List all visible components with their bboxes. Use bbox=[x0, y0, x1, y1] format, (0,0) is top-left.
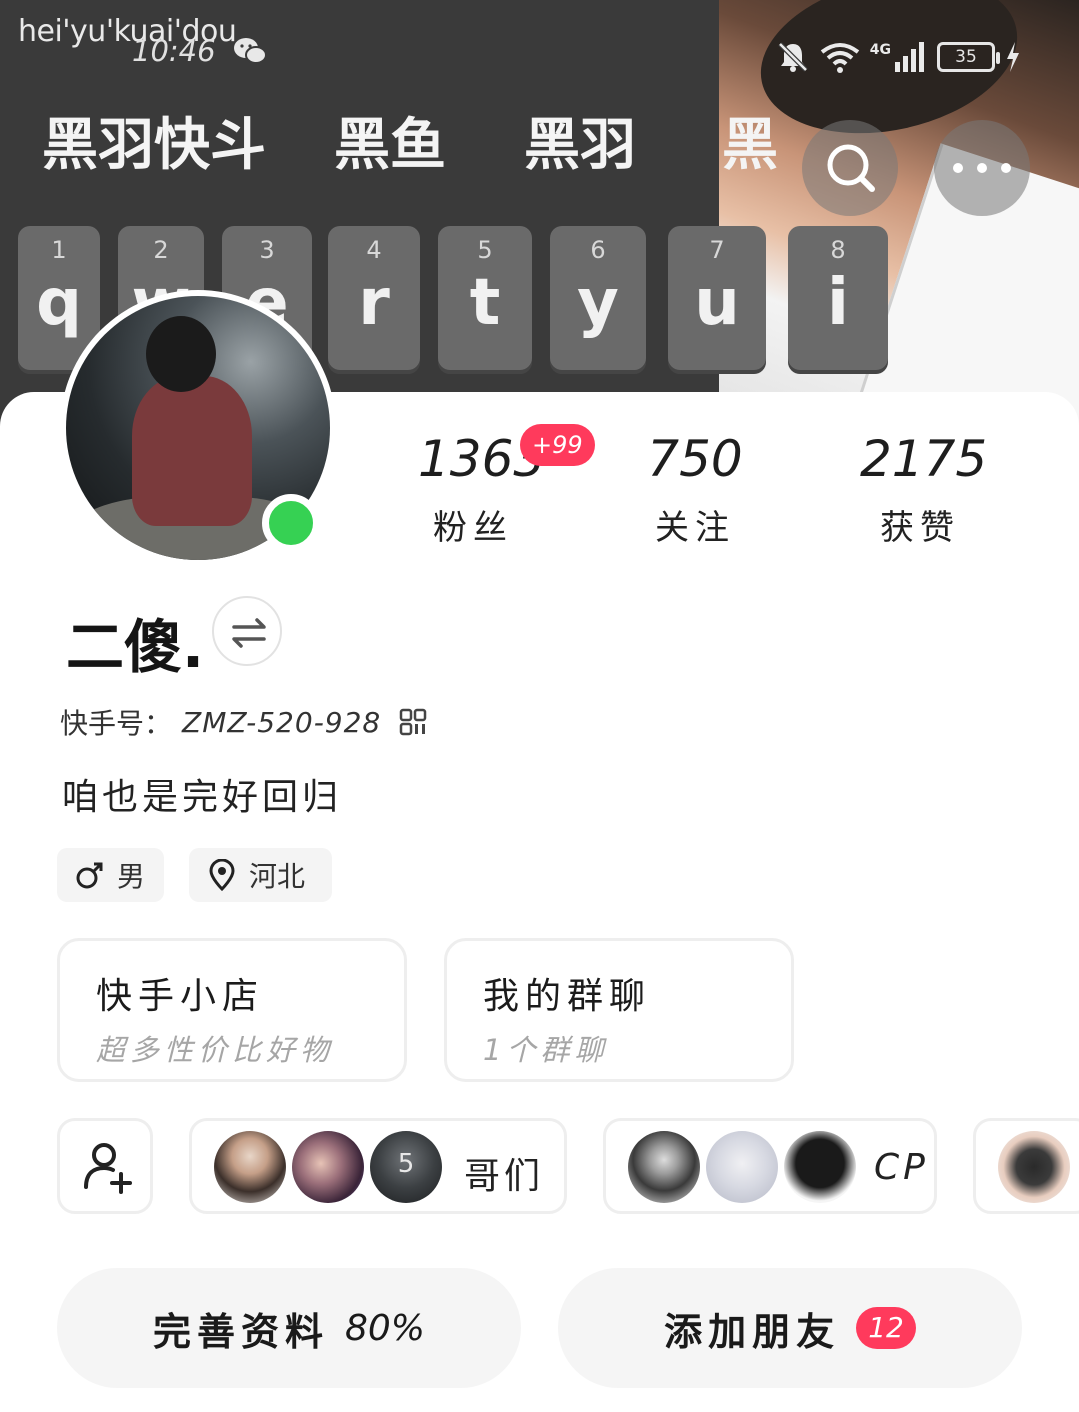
circle-label: CP bbox=[874, 1147, 929, 1188]
wechat-icon bbox=[234, 38, 267, 64]
key: 6y bbox=[550, 226, 646, 374]
user-id-label: 快手号： bbox=[60, 707, 173, 740]
member-avatar bbox=[706, 1131, 778, 1203]
complete-profile-button[interactable]: 完善资料 80% bbox=[57, 1268, 521, 1388]
mute-icon bbox=[777, 42, 808, 72]
gender-text: 男 bbox=[117, 860, 146, 893]
keyword-item[interactable]: 黑 bbox=[722, 100, 802, 181]
more-icon bbox=[953, 163, 1011, 173]
member-avatar bbox=[998, 1131, 1070, 1203]
location-tag: 河北 bbox=[189, 848, 332, 902]
member-avatar: 5 bbox=[370, 1131, 442, 1203]
key: 4r bbox=[328, 226, 420, 374]
male-icon bbox=[76, 862, 103, 889]
key: 5t bbox=[438, 226, 532, 374]
member-avatar bbox=[784, 1131, 856, 1203]
add-friend-button[interactable]: 添加朋友 12 bbox=[558, 1268, 1022, 1388]
new-fans-badge: +99 bbox=[520, 424, 595, 466]
circle-bros[interactable]: 5 哥们 bbox=[189, 1118, 567, 1214]
likes-label: 获赞 bbox=[880, 508, 960, 548]
location-text: 河北 bbox=[249, 860, 306, 893]
keyword-item[interactable]: 黑鱼 bbox=[334, 100, 524, 181]
complete-profile-label: 完善资料 bbox=[152, 1309, 329, 1354]
shop-title: 快手小店 bbox=[96, 976, 265, 1017]
gender-tag: 男 bbox=[57, 848, 164, 902]
online-status-indicator bbox=[262, 494, 320, 552]
member-count: 5 bbox=[397, 1149, 415, 1179]
user-id-value: ZMZ-520-928 bbox=[182, 705, 382, 739]
add-user-icon bbox=[84, 1143, 132, 1194]
keyword-item[interactable]: 黑羽快斗 bbox=[42, 100, 334, 181]
member-avatar bbox=[628, 1131, 700, 1203]
add-circle-button[interactable] bbox=[57, 1118, 153, 1214]
group-subtitle: 1个群聊 bbox=[483, 1033, 609, 1067]
more-button[interactable] bbox=[934, 120, 1030, 216]
fans-count: 1363 bbox=[418, 430, 546, 488]
following-count: 750 bbox=[647, 430, 743, 488]
keyword-item[interactable]: 黑羽 bbox=[524, 100, 722, 181]
user-bio: 咱也是完好回归 bbox=[62, 777, 343, 818]
stat-likes[interactable]: 2175 获赞 bbox=[860, 430, 988, 549]
friend-request-badge: 12 bbox=[856, 1307, 916, 1349]
search-button[interactable] bbox=[802, 120, 898, 216]
location-icon bbox=[209, 859, 235, 891]
status-bar-right: 4G 35 bbox=[776, 40, 1021, 74]
add-friend-label: 添加朋友 bbox=[664, 1309, 841, 1354]
stat-fans[interactable]: 1363 粉丝 bbox=[418, 430, 546, 549]
charging-icon bbox=[1007, 42, 1019, 72]
qr-code-icon[interactable] bbox=[399, 708, 427, 736]
status-time: 10:46 bbox=[132, 34, 216, 68]
user-id-row[interactable]: 快手号： ZMZ-520-928 bbox=[60, 702, 427, 742]
wifi-icon bbox=[820, 43, 859, 73]
network-type: 4G bbox=[869, 42, 891, 58]
username: 二傻. bbox=[66, 613, 205, 681]
fans-label: 粉丝 bbox=[433, 508, 513, 548]
stat-following[interactable]: 750 关注 bbox=[640, 430, 750, 549]
likes-count: 2175 bbox=[860, 430, 988, 488]
switch-account-button[interactable] bbox=[212, 596, 282, 666]
search-keywords: 黑羽快斗 黑鱼 黑羽 黑 bbox=[42, 100, 802, 181]
member-avatar bbox=[292, 1131, 364, 1203]
following-label: 关注 bbox=[655, 508, 735, 548]
profile-completion-percent: 80% bbox=[345, 1307, 426, 1349]
circle-more[interactable] bbox=[973, 1118, 1079, 1214]
member-avatar bbox=[214, 1131, 286, 1203]
switch-icon bbox=[232, 618, 266, 648]
key: 8i bbox=[788, 226, 888, 374]
group-chat-entry[interactable]: 我的群聊 1个群聊 bbox=[444, 938, 794, 1082]
signal-icon bbox=[895, 42, 924, 72]
kuaishou-shop-entry[interactable]: 快手小店 超多性价比好物 bbox=[57, 938, 407, 1082]
battery-icon: 35 bbox=[937, 42, 1000, 72]
circle-label: 哥们 bbox=[464, 1156, 545, 1197]
group-title: 我的群聊 bbox=[483, 976, 652, 1017]
search-icon bbox=[827, 144, 875, 192]
shop-subtitle: 超多性价比好物 bbox=[96, 1033, 335, 1067]
circle-cp[interactable]: CP bbox=[603, 1118, 937, 1214]
key: 7u bbox=[668, 226, 766, 374]
